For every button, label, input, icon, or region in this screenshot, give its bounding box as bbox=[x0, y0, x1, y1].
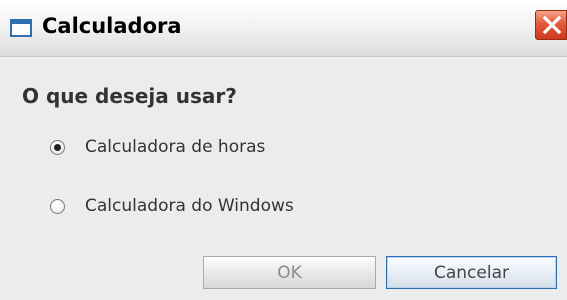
radio-button-checked[interactable] bbox=[50, 139, 65, 155]
radio-button-unchecked[interactable] bbox=[50, 198, 65, 214]
option-calculadora-de-horas[interactable]: Calculadora de horas bbox=[50, 135, 265, 159]
dialog-window: Calculadora O que deseja usar? Calculado… bbox=[0, 0, 567, 300]
close-button[interactable] bbox=[535, 10, 567, 40]
option-label[interactable]: Calculadora de horas bbox=[85, 137, 265, 157]
window-title: Calculadora bbox=[42, 14, 182, 38]
close-icon bbox=[542, 15, 562, 35]
option-label[interactable]: Calculadora do Windows bbox=[85, 196, 294, 216]
ok-button[interactable]: OK bbox=[203, 256, 376, 289]
option-calculadora-do-windows[interactable]: Calculadora do Windows bbox=[50, 194, 294, 218]
question-label: O que deseja usar? bbox=[22, 84, 237, 108]
title-bar[interactable]: Calculadora bbox=[0, 0, 567, 57]
window-icon bbox=[10, 19, 32, 37]
cancel-button[interactable]: Cancelar bbox=[386, 256, 557, 289]
